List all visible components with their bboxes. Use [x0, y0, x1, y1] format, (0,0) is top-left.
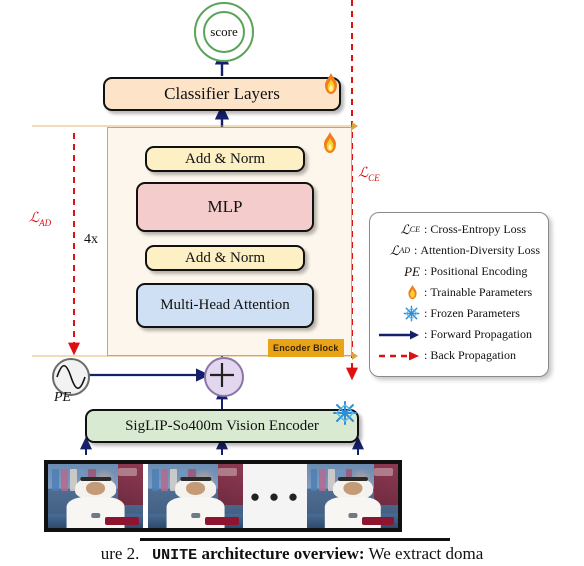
lower-third-banner [105, 516, 140, 525]
legend-row: : Trainable Parameters [378, 282, 540, 303]
legend-row: ℒ AD: Attention-Diversity Loss [378, 240, 540, 261]
flame-icon [378, 284, 423, 302]
legend-text: Frozen Parameters [430, 306, 520, 320]
add-norm-top-label: Add & Norm [185, 150, 265, 167]
video-frames-strip: ● ● ● [44, 460, 402, 532]
legend-text: Cross-Entropy Loss [430, 222, 527, 236]
classifier-layers-label: Classifier Layers [164, 84, 280, 103]
vision-encoder-node[interactable]: SigLIP-So400m Vision Encoder [85, 409, 359, 443]
legend-box: ℒ CE: Cross-Entropy Loss ℒ AD: Attention-Dive… [369, 212, 549, 377]
loss-ad-subscript: AD [39, 217, 52, 228]
anchor-logo [347, 513, 358, 518]
legend-key-symbol: PE [404, 263, 420, 279]
repeat-count-text: 4x [84, 232, 98, 247]
forward-arrow-icon [378, 329, 423, 341]
video-frame [307, 464, 398, 528]
anchor-agal [179, 477, 212, 481]
legend-text: Trainable Parameters [430, 285, 533, 299]
sine-wave-icon [56, 364, 86, 390]
classifier-layers-node[interactable]: Classifier Layers [103, 77, 341, 111]
mlp-label: MLP [207, 197, 243, 216]
video-frame [48, 464, 143, 528]
legend-colon: : [424, 327, 428, 341]
add-norm-bottom-label: Add & Norm [185, 249, 265, 266]
legend-text: Attention-Diversity Loss [420, 243, 540, 257]
loss-ad-label: ℒAD [29, 210, 51, 228]
guide-arrowhead-classifier [352, 122, 358, 130]
anchor-agal [79, 477, 112, 481]
caption-method-name: UNITE [152, 547, 198, 564]
positional-encoding-label: PE [54, 390, 71, 406]
loss-ce-subscript: CE [368, 172, 380, 183]
mlp-node[interactable]: MLP [136, 182, 314, 232]
encoder-block-tag: Encoder Block [268, 339, 344, 357]
lower-third-banner [205, 516, 240, 525]
channel-badge [218, 468, 238, 476]
anchor-agal [337, 477, 368, 481]
legend-row: ℒ CE: Cross-Entropy Loss [378, 219, 540, 240]
legend-row: : Frozen Parameters [378, 303, 540, 324]
score-label: score [210, 24, 238, 39]
channel-badge [118, 468, 138, 476]
caption-bold-part: architecture overview: [197, 544, 365, 563]
guide-arrowhead-encoder [352, 352, 358, 360]
vision-encoder-label: SigLIP-So400m Vision Encoder [125, 417, 319, 434]
legend-rows: ℒ CE: Cross-Entropy Loss ℒ AD: Attention-Dive… [378, 219, 540, 366]
plus-icon [210, 363, 234, 387]
figure-caption: ure 2. UNITE architecture overview: We e… [0, 544, 584, 564]
anchor-logo [190, 513, 201, 518]
legend-colon: : [424, 264, 428, 278]
video-frame [148, 464, 243, 528]
anchor-logo [90, 513, 101, 518]
legend-text: Positional Encoding [430, 264, 528, 278]
legend-text: Back Propagation [430, 348, 516, 362]
legend-key-symbol: ℒ AD [389, 242, 410, 258]
add-norm-top-node[interactable]: Add & Norm [145, 146, 305, 172]
snowflake-icon-vision-encoder [333, 401, 357, 425]
encoder-block-tag-label: Encoder Block [273, 342, 339, 353]
legend-key-symbol: ℒ CE [400, 221, 420, 237]
ellipsis-label: ● ● ● [249, 486, 301, 506]
caption-rest: We extract doma [364, 544, 484, 563]
channel-badge [374, 468, 393, 476]
snowflake-icon [378, 305, 423, 322]
legend-row: : Forward Propagation [378, 324, 540, 345]
lower-third-banner [361, 516, 395, 525]
legend-colon: : [424, 285, 428, 299]
legend-text: Forward Propagation [430, 327, 532, 341]
legend-colon: : [424, 222, 428, 236]
sum-node [204, 357, 244, 397]
legend-colon: : [414, 243, 418, 257]
arrows-frames-to-encoder [80, 436, 364, 455]
legend-row: : Back Propagation [378, 345, 540, 366]
legend-colon: : [424, 348, 428, 362]
frames-ellipsis-gap: ● ● ● [243, 464, 307, 528]
positional-encoding-text: PE [54, 390, 72, 405]
figure-unite-architecture: score Classifier Layers Add & Norm MLP A… [0, 0, 584, 566]
legend-colon: : [424, 306, 428, 320]
repeat-count-label: 4x [84, 232, 98, 248]
loss-ce-label: ℒCE [358, 165, 380, 183]
loss-ce-symbol: ℒ [358, 166, 369, 181]
add-norm-bottom-node[interactable]: Add & Norm [145, 245, 305, 271]
flame-icon-encoder [324, 132, 336, 153]
flame-icon-classifier [325, 73, 337, 94]
back-arrow-icon [378, 350, 423, 362]
page-rule [140, 538, 450, 541]
caption-prefix: ure 2. [100, 544, 140, 563]
multi-head-attention-node[interactable]: Multi-Head Attention [136, 283, 314, 328]
score-node: score [203, 11, 245, 53]
legend-row: PE: Positional Encoding [378, 261, 540, 282]
multi-head-attention-label: Multi-Head Attention [160, 297, 290, 313]
loss-ad-symbol: ℒ [29, 211, 40, 226]
